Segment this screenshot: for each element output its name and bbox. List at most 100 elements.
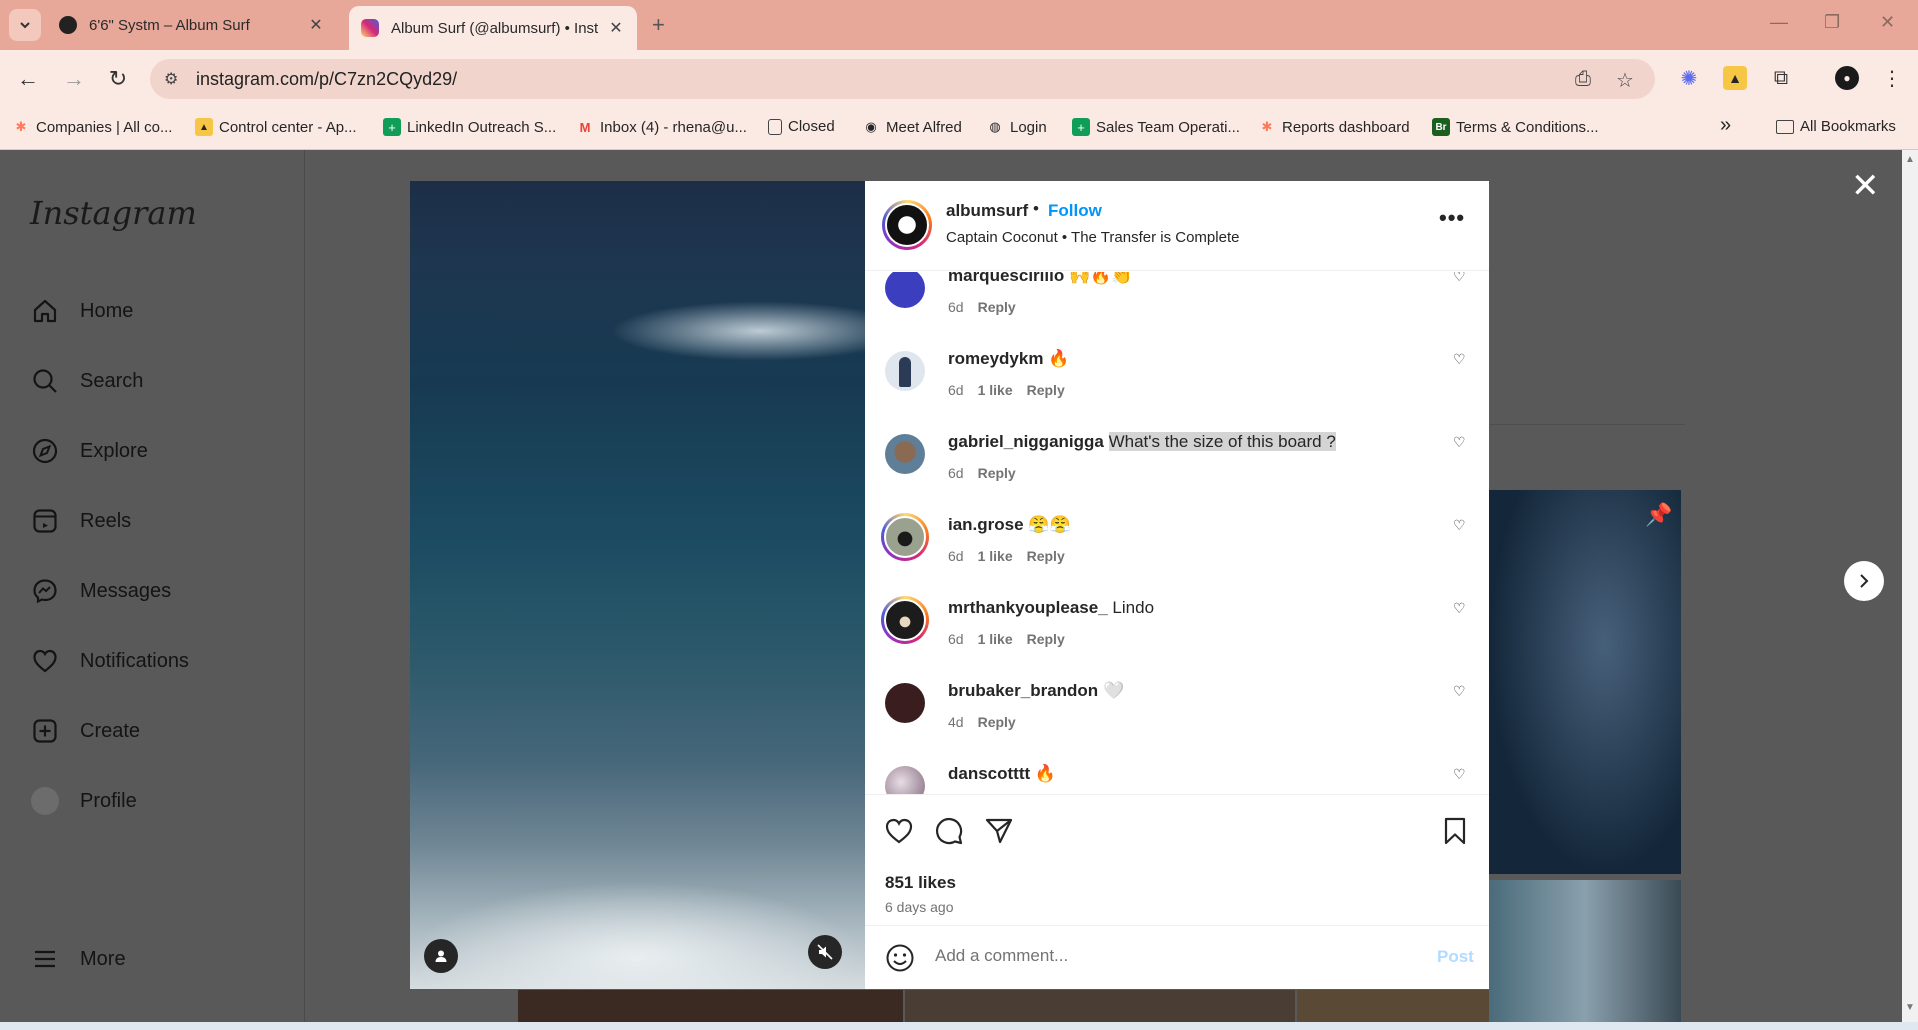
minimize-icon[interactable]: —: [1770, 12, 1788, 33]
sidebar-item-search[interactable]: Search: [30, 366, 143, 396]
grid-post-thumbnail[interactable]: [518, 990, 903, 1022]
close-tab-icon[interactable]: ✕: [307, 15, 325, 35]
sidebar-item-notifications[interactable]: Notifications: [30, 646, 189, 676]
like-heart-icon[interactable]: [883, 815, 915, 847]
close-tab-icon[interactable]: ✕: [607, 18, 625, 38]
install-app-icon[interactable]: ⎙: [1575, 68, 1591, 91]
commenter-username[interactable]: danscotttt: [948, 764, 1030, 783]
close-modal-icon[interactable]: ✕: [1851, 166, 1880, 206]
restore-icon[interactable]: ❐: [1824, 12, 1840, 33]
grid-post-thumbnail[interactable]: [1489, 880, 1681, 1022]
commenter-avatar[interactable]: [881, 596, 929, 644]
back-arrow-icon[interactable]: ←: [14, 66, 42, 92]
bookmark-item[interactable]: Closed: [768, 118, 835, 135]
follow-button[interactable]: Follow: [1048, 201, 1102, 221]
bookmark-item[interactable]: M Inbox (4) - rhena@u...: [576, 118, 747, 136]
sidebar-item-messages[interactable]: Messages: [30, 576, 171, 606]
tagged-users-button[interactable]: [424, 939, 458, 973]
more-options-icon[interactable]: •••: [1439, 205, 1465, 231]
comment-like-count[interactable]: 1 like: [978, 382, 1013, 398]
sidebar-item-more[interactable]: More: [30, 944, 126, 974]
extensions-puzzle-icon[interactable]: ⧉: [1769, 66, 1793, 90]
post-audio-subtitle[interactable]: Captain Coconut • The Transfer is Comple…: [946, 229, 1239, 246]
comment-like-heart-icon[interactable]: ♡: [1453, 517, 1466, 534]
more-bookmarks-button[interactable]: »: [1720, 114, 1731, 137]
save-bookmark-icon[interactable]: [1439, 815, 1471, 847]
commenter-avatar[interactable]: [885, 434, 925, 474]
author-avatar[interactable]: [882, 200, 932, 250]
new-tab-button[interactable]: +: [652, 12, 665, 38]
comment-like-heart-icon[interactable]: ♡: [1453, 766, 1466, 783]
reply-button[interactable]: Reply: [978, 714, 1016, 730]
commenter-username[interactable]: brubaker_brandon: [948, 681, 1098, 700]
browser-tab-instagram[interactable]: Album Surf (@albumsurf) • Inst ✕: [349, 6, 637, 50]
instagram-logo[interactable]: Instagram: [30, 194, 197, 232]
all-bookmarks-button[interactable]: All Bookmarks: [1776, 118, 1896, 135]
reply-button[interactable]: Reply: [1027, 382, 1065, 398]
forward-arrow-icon[interactable]: →: [60, 66, 88, 92]
bookmark-item[interactable]: ✱ Reports dashboard: [1258, 118, 1410, 136]
share-send-icon[interactable]: [983, 815, 1015, 847]
commenter-username[interactable]: marquescirillo: [948, 272, 1064, 285]
bookmark-item[interactable]: Br Terms & Conditions...: [1432, 118, 1599, 136]
commenter-avatar[interactable]: [885, 351, 925, 391]
post-video[interactable]: [410, 181, 865, 989]
post-timestamp[interactable]: 6 days ago: [885, 899, 954, 915]
bookmark-item[interactable]: + Sales Team Operati...: [1072, 118, 1240, 136]
page-scrollbar[interactable]: ▲ ▼: [1902, 150, 1918, 1022]
emoji-icon[interactable]: [884, 942, 916, 974]
commenter-username[interactable]: romeydykm: [948, 349, 1043, 368]
reload-icon[interactable]: ↻: [104, 66, 132, 92]
commenter-avatar[interactable]: [885, 272, 925, 308]
post-comment-button[interactable]: Post: [1437, 947, 1474, 967]
comment-like-heart-icon[interactable]: ♡: [1453, 351, 1466, 368]
browser-tab-album-surf[interactable]: 6'6" Systm – Album Surf ✕: [47, 6, 337, 44]
reply-button[interactable]: Reply: [978, 299, 1016, 315]
apollo-extension-icon[interactable]: ▲: [1723, 66, 1747, 90]
commenter-avatar[interactable]: [885, 766, 925, 794]
grid-post-thumbnail[interactable]: [905, 990, 1295, 1022]
author-username[interactable]: albumsurf: [946, 201, 1028, 221]
sidebar-item-profile[interactable]: Profile: [30, 786, 137, 816]
reply-button[interactable]: Reply: [1027, 631, 1065, 647]
comment-like-heart-icon[interactable]: ♡: [1453, 434, 1466, 451]
scroll-up-arrow-icon[interactable]: ▲: [1905, 154, 1915, 165]
tab-search-button[interactable]: [9, 9, 41, 41]
comment-like-heart-icon[interactable]: ♡: [1453, 600, 1466, 617]
commenter-username[interactable]: ian.grose: [948, 515, 1024, 534]
next-post-button[interactable]: [1844, 561, 1884, 601]
commenter-username[interactable]: gabriel_nigganigga: [948, 432, 1104, 451]
scroll-down-arrow-icon[interactable]: ▼: [1905, 1002, 1915, 1013]
sidebar-item-reels[interactable]: Reels: [30, 506, 131, 536]
reply-button[interactable]: Reply: [978, 465, 1016, 481]
bookmark-item[interactable]: ◍ Login: [986, 118, 1046, 136]
bookmark-item[interactable]: ◉ Meet Alfred: [862, 118, 962, 136]
bookmark-item[interactable]: + LinkedIn Outreach S...: [383, 118, 556, 136]
sidebar-item-home[interactable]: Home: [30, 296, 133, 326]
bookmark-item[interactable]: ▲ Control center - Ap...: [195, 118, 357, 136]
comment-input[interactable]: [935, 946, 1415, 966]
comment-like-heart-icon[interactable]: ♡: [1453, 683, 1466, 700]
profile-avatar-icon[interactable]: ●: [1835, 66, 1859, 90]
extension-flower-icon[interactable]: ✺: [1677, 66, 1701, 90]
mute-toggle-button[interactable]: [808, 935, 842, 969]
bookmark-item[interactable]: ✱ Companies | All co...: [12, 118, 173, 136]
window-close-icon[interactable]: ✕: [1880, 12, 1895, 33]
commenter-username[interactable]: mrthankyouplease_: [948, 598, 1108, 617]
browser-menu-icon[interactable]: ⋮: [1880, 66, 1904, 90]
sidebar-item-explore[interactable]: Explore: [30, 436, 148, 466]
bookmark-star-icon[interactable]: ☆: [1616, 68, 1634, 93]
commenter-avatar[interactable]: [885, 683, 925, 723]
grid-post-thumbnail[interactable]: 📌: [1489, 490, 1681, 874]
comment-bubble-icon[interactable]: [933, 815, 965, 847]
comment-like-heart-icon[interactable]: ♡: [1453, 272, 1466, 285]
site-settings-icon[interactable]: ⚙: [164, 69, 178, 89]
comment-like-count[interactable]: 1 like: [978, 548, 1013, 564]
comment-like-count[interactable]: 1 like: [978, 631, 1013, 647]
address-bar[interactable]: ⚙ instagram.com/p/C7zn2CQyd29/ ⎙ ☆: [150, 59, 1655, 99]
commenter-avatar[interactable]: [881, 513, 929, 561]
grid-post-thumbnail[interactable]: [1297, 990, 1489, 1022]
sidebar-item-create[interactable]: Create: [30, 716, 140, 746]
likes-count[interactable]: 851 likes: [885, 873, 956, 893]
reply-button[interactable]: Reply: [1027, 548, 1065, 564]
